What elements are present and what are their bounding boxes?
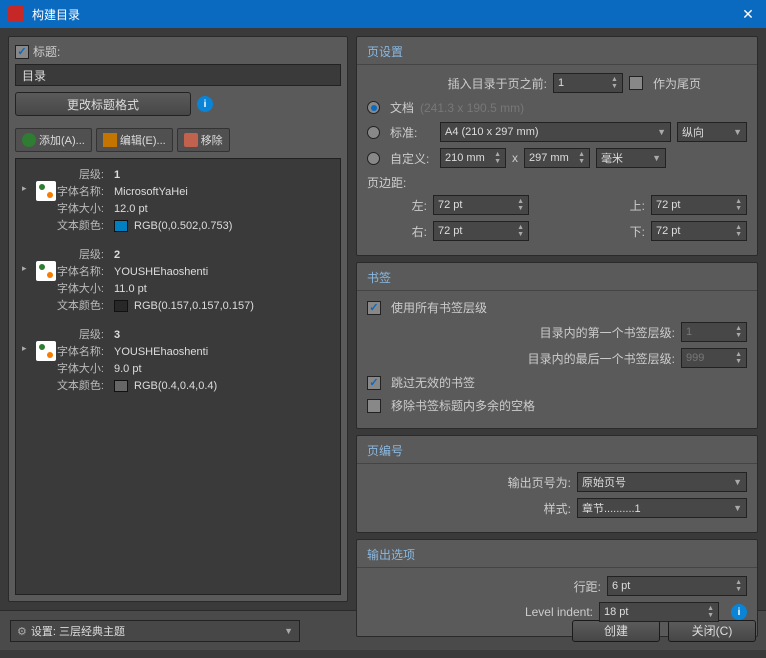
edit-button[interactable]: 编辑(E)...	[96, 128, 173, 152]
standard-radio-label: 标准:	[390, 124, 434, 141]
minus-icon	[184, 133, 198, 147]
levels-list: ▸层级:1字体名称:MicrosoftYaHei字体大小:12.0 pt文本颜色…	[15, 158, 341, 595]
standard-size-combo[interactable]: A4 (210 x 297 mm)▼	[440, 122, 671, 142]
skip-invalid-checkbox[interactable]	[367, 376, 381, 390]
title-input[interactable]	[15, 64, 341, 86]
pencil-icon	[103, 133, 117, 147]
margin-bottom-spinner[interactable]: 72 pt▲▼	[651, 221, 747, 241]
insert-before-spinner[interactable]: 1▲▼	[553, 73, 623, 93]
margin-left-spinner[interactable]: 72 pt▲▼	[433, 195, 529, 215]
level-indent-spinner[interactable]: 18 pt▲▼	[599, 602, 719, 622]
strip-spaces-checkbox[interactable]	[367, 399, 381, 413]
use-all-levels-checkbox[interactable]	[367, 301, 381, 315]
titlebar: 构建目录 ✕	[0, 0, 766, 28]
level-icon	[36, 181, 56, 201]
window-title: 构建目录	[32, 6, 738, 23]
doc-radio[interactable]	[367, 101, 380, 114]
gear-icon: ⚙	[17, 626, 27, 638]
unit-combo[interactable]: 毫米▼	[596, 148, 666, 168]
custom-width-spinner[interactable]: 210 mm▲▼	[440, 148, 506, 168]
margin-top-spinner[interactable]: 72 pt▲▼	[651, 195, 747, 215]
create-button[interactable]: 创建	[572, 620, 660, 642]
doc-radio-label: 文档	[390, 99, 414, 116]
last-level-spinner[interactable]: 999▲▼	[681, 348, 747, 368]
as-last-page-label: 作为尾页	[653, 75, 701, 92]
custom-radio-label: 自定义:	[390, 150, 434, 167]
page-number-section: 页编号 输出页号为:原始页号▼ 样式:章节..........1▼	[356, 435, 758, 533]
style-combo[interactable]: 章节..........1▼	[577, 498, 747, 518]
plus-icon	[22, 133, 36, 147]
standard-radio[interactable]	[367, 126, 380, 139]
left-panel: 标题: 更改标题格式 i 添加(A)... 编辑(E)... 移除 ▸层级:1字…	[8, 36, 348, 602]
level-item[interactable]: ▸层级:3字体名称:YOUSHEhaoshenti字体大小:9.0 pt文本颜色…	[16, 323, 340, 403]
insert-before-label: 插入目录于页之前:	[367, 75, 547, 92]
as-last-page-checkbox[interactable]	[629, 76, 643, 90]
doc-dims: (241.3 x 190.5 mm)	[420, 101, 524, 115]
line-spacing-spinner[interactable]: 6 pt▲▼	[607, 576, 747, 596]
title-checkbox[interactable]	[15, 45, 29, 59]
output-as-combo[interactable]: 原始页号▼	[577, 472, 747, 492]
add-button[interactable]: 添加(A)...	[15, 128, 92, 152]
level-icon	[36, 261, 56, 281]
app-icon	[8, 6, 24, 22]
section-title: 页设置	[357, 37, 757, 65]
info-icon[interactable]: i	[197, 96, 213, 112]
close-button[interactable]: 关闭(C)	[668, 620, 756, 642]
first-level-spinner[interactable]: 1▲▼	[681, 322, 747, 342]
orientation-combo[interactable]: 纵向▼	[677, 122, 747, 142]
margins-label: 页边距:	[367, 174, 747, 191]
expand-icon[interactable]: ▸	[22, 183, 27, 194]
custom-radio[interactable]	[367, 152, 380, 165]
level-item[interactable]: ▸层级:1字体名称:MicrosoftYaHei字体大小:12.0 pt文本颜色…	[16, 163, 340, 243]
page-settings-section: 页设置 插入目录于页之前: 1▲▼ 作为尾页 文档 (241.3 x 190.5…	[356, 36, 758, 256]
close-icon[interactable]: ✕	[738, 6, 758, 23]
expand-icon[interactable]: ▸	[22, 263, 27, 274]
bookmarks-section: 书签 使用所有书签层级 目录内的第一个书签层级:1▲▼ 目录内的最后一个书签层级…	[356, 262, 758, 429]
change-title-format-button[interactable]: 更改标题格式	[15, 92, 191, 116]
level-item[interactable]: ▸层级:2字体名称:YOUSHEhaoshenti字体大小:11.0 pt文本颜…	[16, 243, 340, 323]
custom-height-spinner[interactable]: 297 mm▲▼	[524, 148, 590, 168]
settings-theme-combo[interactable]: ⚙设置: 三层经典主题 ▼	[10, 620, 300, 642]
level-icon	[36, 341, 56, 361]
margin-right-spinner[interactable]: 72 pt▲▼	[433, 221, 529, 241]
expand-icon[interactable]: ▸	[22, 343, 27, 354]
remove-button[interactable]: 移除	[177, 128, 230, 152]
levels-toolbar: 添加(A)... 编辑(E)... 移除	[15, 128, 341, 152]
title-label: 标题:	[33, 43, 60, 60]
info-icon[interactable]: i	[731, 604, 747, 620]
right-panel: 页设置 插入目录于页之前: 1▲▼ 作为尾页 文档 (241.3 x 190.5…	[356, 36, 758, 602]
